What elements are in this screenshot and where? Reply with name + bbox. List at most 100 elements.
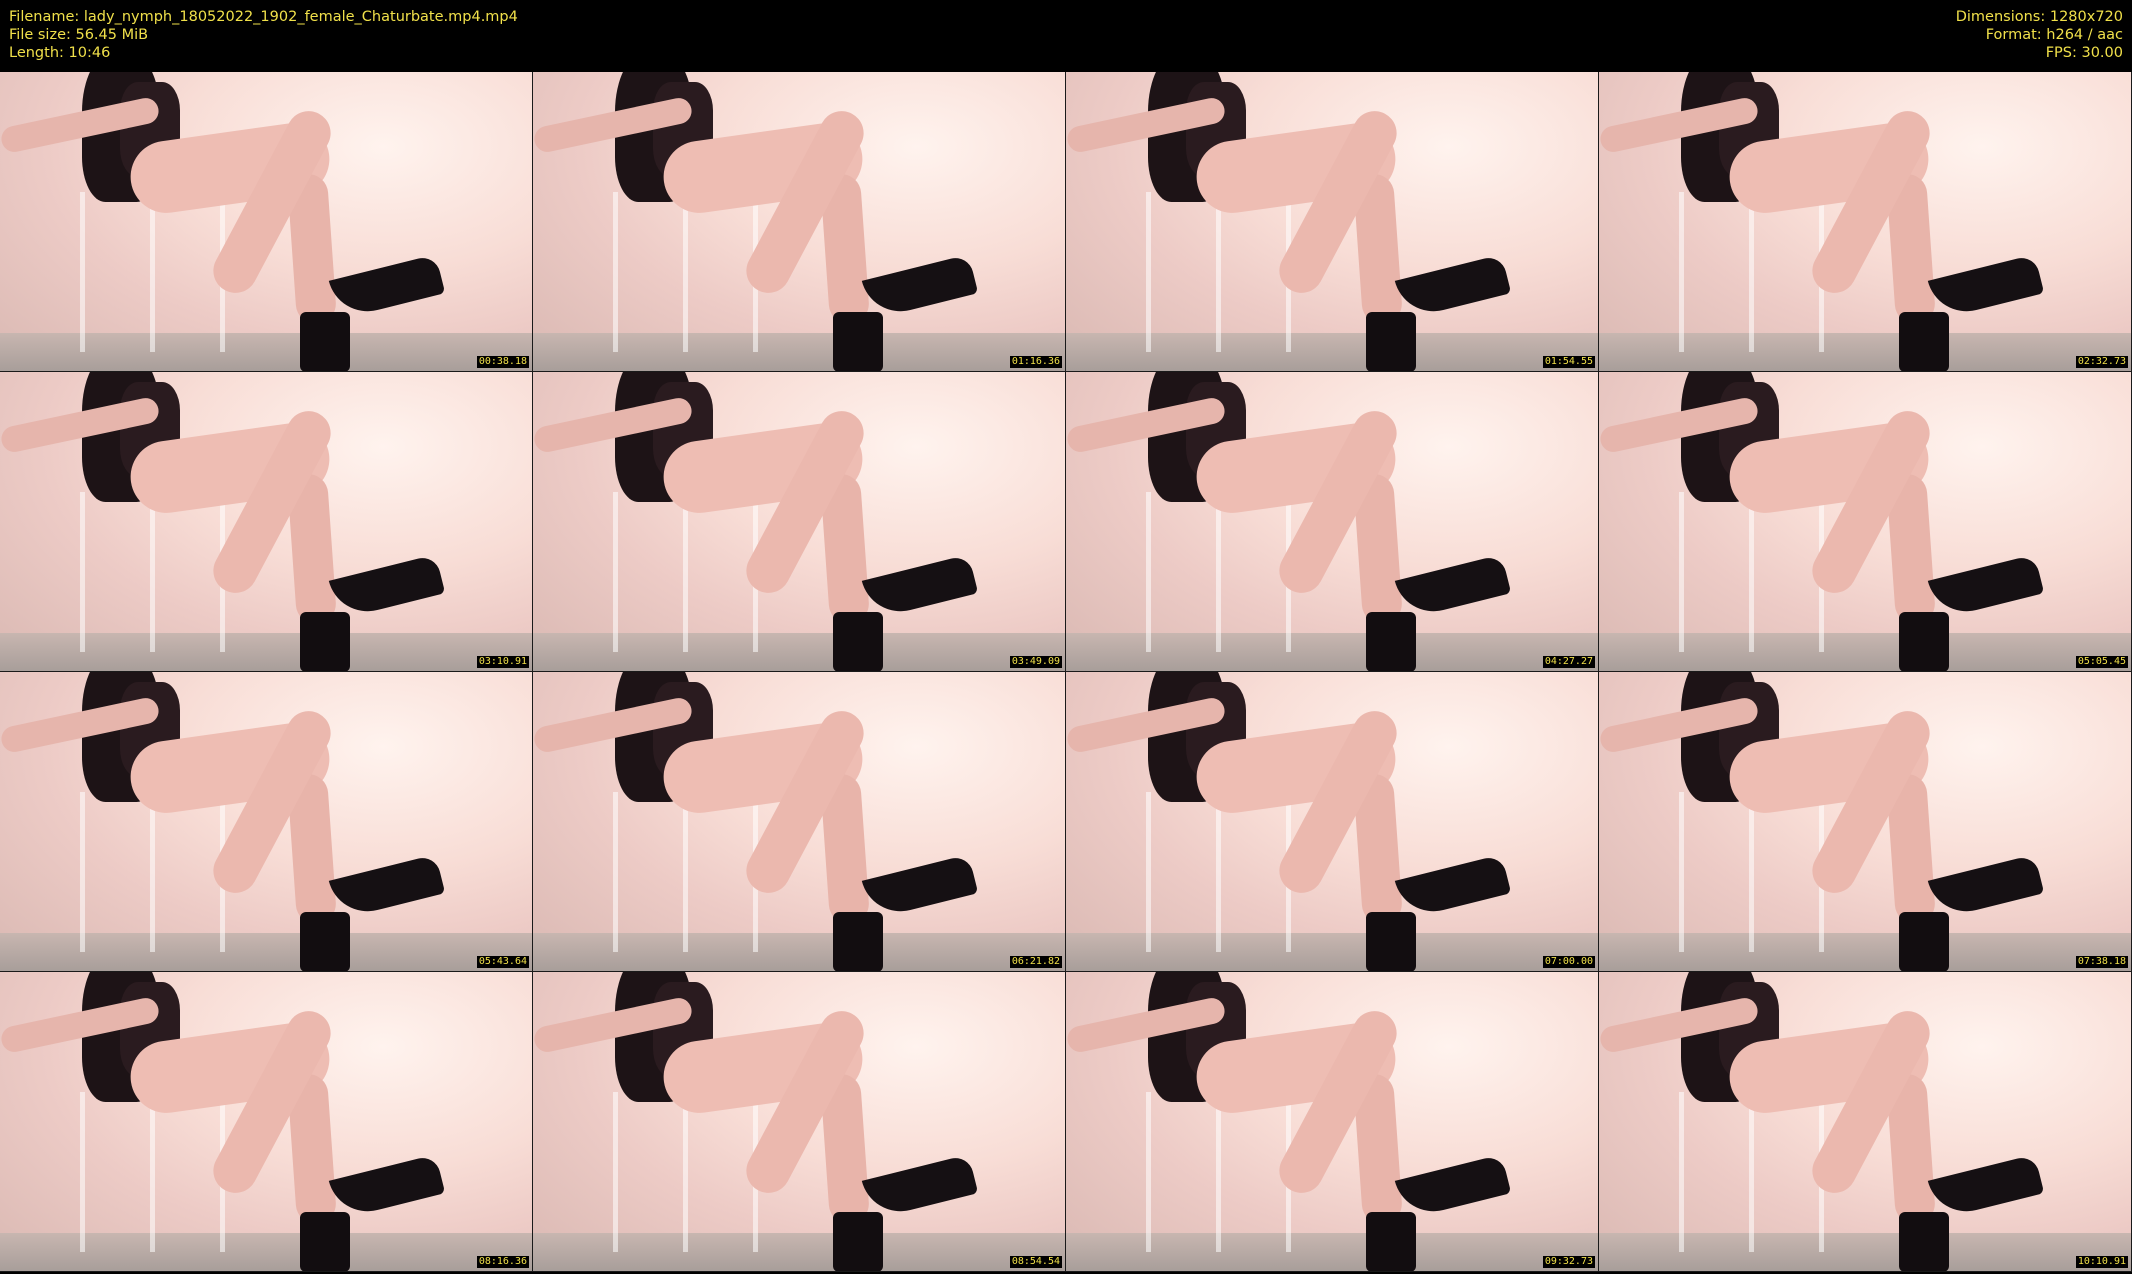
chair-leg [613, 492, 618, 652]
format-text: Format: h264 / aac [1985, 27, 2123, 43]
high-heel-shoe [300, 1212, 350, 1271]
chair-leg [613, 792, 618, 952]
chair-leg [1146, 192, 1151, 352]
high-heel-shoe [1394, 254, 1512, 320]
timestamp-label: 08:54.54 [1009, 1256, 1062, 1268]
timestamp-label: 08:16.36 [476, 1256, 529, 1268]
chair-leg [683, 192, 688, 352]
video-thumbnail[interactable]: 08:16.36 [0, 972, 533, 1272]
chair-leg [1146, 792, 1151, 952]
timestamp-label: 07:38.18 [2075, 956, 2128, 968]
video-thumbnail[interactable]: 07:00.00 [1066, 672, 1599, 972]
high-heel-shoe [1394, 1154, 1512, 1220]
high-heel-shoe [1394, 854, 1512, 920]
timestamp-label: 01:16.36 [1009, 356, 1062, 368]
chair-leg [80, 792, 85, 952]
chair-leg [1216, 492, 1221, 652]
timestamp-label: 10:10.91 [2075, 1256, 2128, 1268]
chair-leg [613, 1092, 618, 1252]
video-thumbnail[interactable]: 02:32.73 [1599, 72, 2132, 372]
video-thumbnail[interactable]: 10:10.91 [1599, 972, 2132, 1272]
video-thumbnail[interactable]: 00:38.18 [0, 72, 533, 372]
high-heel-shoe [1899, 1212, 1949, 1271]
video-thumbnail[interactable]: 05:43.64 [0, 672, 533, 972]
chair-leg [150, 792, 155, 952]
chair-leg [1679, 1092, 1684, 1252]
chair-leg [1216, 1092, 1221, 1252]
chair-leg [1749, 492, 1754, 652]
video-thumbnail[interactable]: 08:54.54 [533, 972, 1066, 1272]
timestamp-label: 06:21.82 [1009, 956, 1062, 968]
chair-leg [150, 192, 155, 352]
high-heel-shoe [1927, 554, 2045, 620]
timestamp-label: 05:05.45 [2075, 656, 2128, 668]
high-heel-shoe [1899, 312, 1949, 371]
high-heel-shoe [833, 1212, 883, 1271]
high-heel-shoe [300, 312, 350, 371]
fps-text: FPS: 30.00 [2045, 45, 2123, 61]
chair-leg [1679, 792, 1684, 952]
high-heel-shoe [861, 854, 979, 920]
filesize-text: File size: 56.45 MiB [9, 27, 149, 43]
chair-leg [1146, 492, 1151, 652]
video-thumbnail[interactable]: 03:49.09 [533, 372, 1066, 672]
high-heel-shoe [1394, 554, 1512, 620]
timestamp-label: 07:00.00 [1542, 956, 1595, 968]
video-thumbnail[interactable]: 05:05.45 [1599, 372, 2132, 672]
chair-leg [1216, 792, 1221, 952]
timestamp-label: 05:43.64 [476, 956, 529, 968]
chair-leg [1749, 1092, 1754, 1252]
timestamp-label: 00:38.18 [476, 356, 529, 368]
timestamp-label: 03:49.09 [1009, 656, 1062, 668]
length-text: Length: 10:46 [9, 45, 111, 61]
chair-leg [683, 492, 688, 652]
high-heel-shoe [1366, 312, 1416, 371]
timestamp-label: 03:10.91 [476, 656, 529, 668]
high-heel-shoe [833, 612, 883, 671]
high-heel-shoe [1899, 912, 1949, 971]
video-thumbnail[interactable]: 01:16.36 [533, 72, 1066, 372]
video-thumbnail[interactable]: 04:27.27 [1066, 372, 1599, 672]
chair-leg [80, 492, 85, 652]
high-heel-shoe [1366, 1212, 1416, 1271]
video-thumbnail[interactable]: 03:10.91 [0, 372, 533, 672]
chair-leg [1679, 492, 1684, 652]
video-thumbnail[interactable]: 09:32.73 [1066, 972, 1599, 1272]
high-heel-shoe [833, 912, 883, 971]
filename-text: Filename: lady_nymph_18052022_1902_femal… [9, 9, 518, 25]
metadata-right: Dimensions: 1280x720 Format: h264 / aac … [1956, 8, 2123, 62]
dimensions-text: Dimensions: 1280x720 [1955, 9, 2123, 25]
timestamp-label: 01:54.55 [1542, 356, 1595, 368]
chair-leg [150, 492, 155, 652]
high-heel-shoe [1927, 254, 2045, 320]
video-thumbnail[interactable]: 01:54.55 [1066, 72, 1599, 372]
high-heel-shoe [328, 854, 446, 920]
high-heel-shoe [833, 312, 883, 371]
chair-leg [80, 192, 85, 352]
chair-leg [1749, 192, 1754, 352]
high-heel-shoe [300, 912, 350, 971]
timestamp-label: 09:32.73 [1542, 1256, 1595, 1268]
high-heel-shoe [861, 1154, 979, 1220]
chair-leg [1749, 792, 1754, 952]
chair-leg [1679, 192, 1684, 352]
high-heel-shoe [300, 612, 350, 671]
timestamp-label: 04:27.27 [1542, 656, 1595, 668]
high-heel-shoe [328, 1154, 446, 1220]
video-thumbnail[interactable]: 06:21.82 [533, 672, 1066, 972]
chair-leg [613, 192, 618, 352]
chair-leg [1216, 192, 1221, 352]
high-heel-shoe [1899, 612, 1949, 671]
chair-leg [80, 1092, 85, 1252]
chair-leg [1146, 1092, 1151, 1252]
metadata-left: Filename: lady_nymph_18052022_1902_femal… [9, 8, 518, 62]
high-heel-shoe [1366, 912, 1416, 971]
high-heel-shoe [861, 254, 979, 320]
chair-leg [683, 1092, 688, 1252]
metadata-header: Filename: lady_nymph_18052022_1902_femal… [0, 0, 2132, 72]
high-heel-shoe [1927, 854, 2045, 920]
video-thumbnail[interactable]: 07:38.18 [1599, 672, 2132, 972]
high-heel-shoe [861, 554, 979, 620]
thumbnail-grid: 00:38.18 01:16.36 01:54.55 02:32.73 03:10.91… [0, 72, 2132, 1272]
chair-leg [150, 1092, 155, 1252]
